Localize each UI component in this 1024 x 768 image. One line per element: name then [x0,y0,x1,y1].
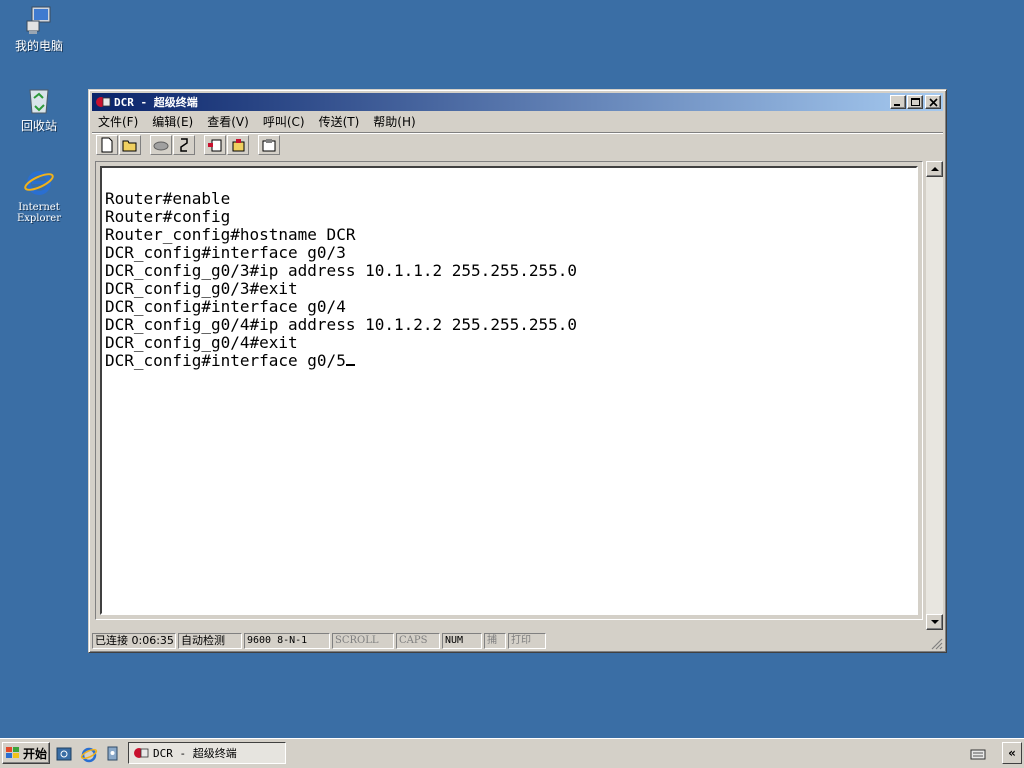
my-computer-icon [23,4,55,36]
status-bar: 已连接 0:06:35 自动检测 9600 8-N-1 SCROLL CAPS … [92,632,943,650]
menu-edit[interactable]: 编辑(E) [152,113,193,130]
menu-transfer[interactable]: 传送(T) [319,113,360,130]
vertical-scrollbar[interactable] [926,161,943,630]
menu-help[interactable]: 帮助(H) [373,113,415,130]
arrow-up-icon [931,167,939,171]
desktop-icon-label: 我的电脑 [14,39,63,53]
terminal-screen[interactable]: Router#enable Router#config Router_config#… [100,166,918,615]
hyperterminal-icon [134,748,149,758]
terminal-line: Router_config#hostname DCR [105,225,356,244]
terminal-output: Router#enable Router#config Router_config#… [105,190,577,370]
toolbar [92,132,943,156]
start-button[interactable]: 开始 [2,742,50,764]
terminal-line: DCR_config_g0/3#exit [105,279,298,298]
desktop-icon-internet-explorer[interactable]: Internet Explorer [4,166,74,224]
connect-button[interactable] [150,134,172,155]
receive-button[interactable] [227,134,249,155]
send-button[interactable] [204,134,226,155]
taskbar-window-title: DCR - 超级终端 [153,747,237,760]
terminal-line: Router#config [105,207,231,226]
arrow-down-icon [931,620,939,624]
window-title: DCR - 超级终端 [114,96,198,109]
terminal-line: DCR_config#interface g0/4 [105,297,346,316]
minimize-button[interactable] [890,95,906,109]
windows-logo-icon [6,747,19,758]
keyboard-icon[interactable] [970,747,986,761]
terminal-line: DCR_config_g0/4#ip address 10.1.2.2 255.… [105,315,578,334]
new-button[interactable] [96,134,118,155]
taskbar: 开始 DCR - 超级终端 « [0,738,1024,768]
menu-file[interactable]: 文件(F) [98,113,138,130]
media-icon[interactable] [104,745,122,763]
receive-icon [232,138,245,151]
internet-explorer-icon [23,166,55,198]
status-baud: 9600 8-N-1 [244,633,330,649]
internet-explorer-icon[interactable] [80,745,98,763]
scroll-up-button[interactable] [926,161,943,177]
text-cursor [345,352,355,366]
desktop-icon-recycle-bin[interactable]: 回收站 [4,84,74,133]
disconnect-icon [180,137,188,152]
terminal-line: DCR_config#interface g0/5 [105,351,346,370]
desktop-icon-label: 回收站 [20,119,57,133]
resize-grip-icon[interactable] [930,637,943,650]
close-icon [929,98,938,107]
status-caps: CAPS [396,633,440,649]
status-scroll: SCROLL [332,633,394,649]
desktop-icon-my-computer[interactable]: 我的电脑 [4,4,74,53]
taskbar-window-button[interactable]: DCR - 超级终端 [128,742,286,764]
maximize-button[interactable] [907,95,923,109]
terminal-line: DCR_config_g0/4#exit [105,333,298,352]
open-icon [122,140,137,151]
hyperterminal-icon [96,97,111,107]
menu-view[interactable]: 查看(V) [207,113,249,130]
close-button[interactable] [925,95,941,109]
tray-expand-button[interactable]: « [1002,742,1022,764]
connect-icon [153,141,169,150]
terminal-line: DCR_config_g0/3#ip address 10.1.1.2 255.… [105,261,578,280]
status-detect: 自动检测 [178,633,242,649]
terminal-line: DCR_config#interface g0/3 [105,243,346,262]
status-connected: 已连接 0:06:35 [92,633,176,649]
start-label: 开始 [23,746,48,761]
scroll-down-button[interactable] [926,614,943,630]
disconnect-button[interactable] [173,134,195,155]
terminal-line: Router#enable [105,189,231,208]
send-icon [208,139,222,151]
properties-icon [262,138,276,151]
status-num: NUM [442,633,482,649]
properties-button[interactable] [258,134,280,155]
hyperterminal-window: DCR - 超级终端 文件(F) 编辑(E) 查看(V) 呼叫(C) 传送(T)… [88,89,947,653]
status-print: 打印 [508,633,546,649]
title-bar[interactable]: DCR - 超级终端 [92,93,943,111]
new-icon [101,137,113,152]
desktop-icon-label: Internet Explorer [16,202,62,224]
menu-call[interactable]: 呼叫(C) [263,113,305,130]
open-button[interactable] [119,134,141,155]
status-capture: 捕 [484,633,506,649]
menu-bar: 文件(F) 编辑(E) 查看(V) 呼叫(C) 传送(T) 帮助(H) [92,112,943,131]
show-desktop-icon[interactable] [55,745,73,763]
terminal-area: Router#enable Router#config Router_config#… [95,161,923,620]
recycle-bin-icon [23,84,55,116]
minimize-icon [894,104,900,106]
maximize-icon [911,98,920,106]
